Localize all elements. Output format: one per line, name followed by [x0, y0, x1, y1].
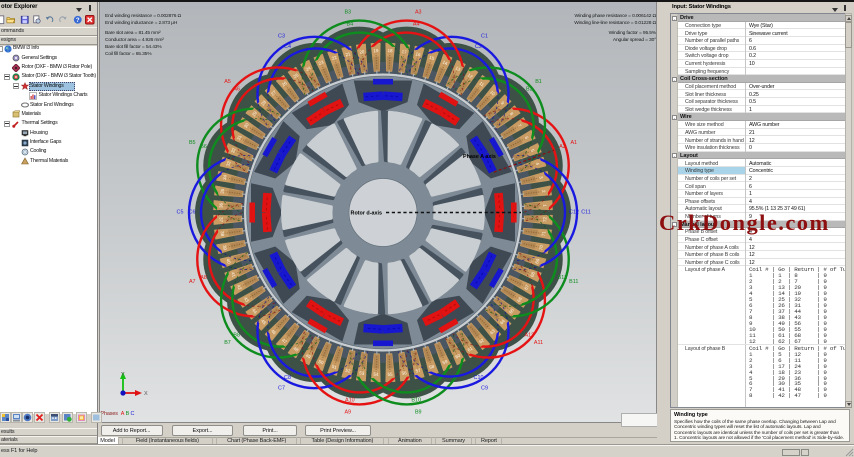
svg-text:36: 36	[219, 202, 224, 208]
svg-text:B4: B4	[347, 21, 354, 27]
svg-text:B6: B6	[200, 144, 207, 150]
svg-text:C9: C9	[481, 385, 488, 391]
svg-text:A12: A12	[525, 332, 535, 338]
svg-text:37: 37	[219, 217, 224, 223]
svg-text:55: 55	[387, 372, 393, 377]
svg-text:B7: B7	[224, 340, 231, 346]
svg-text:A10: A10	[345, 398, 355, 404]
svg-text:72: 72	[542, 216, 547, 222]
svg-text:C4: C4	[284, 44, 291, 50]
svg-text:C12: C12	[569, 210, 579, 216]
svg-text:Rotor d-axis: Rotor d-axis	[351, 210, 382, 216]
svg-text:18: 18	[387, 48, 393, 53]
svg-text:A5: A5	[224, 79, 231, 85]
svg-text:A2: A2	[559, 144, 566, 150]
svg-text:B12: B12	[558, 275, 568, 281]
svg-text:C8: C8	[284, 375, 291, 381]
svg-text:A11: A11	[534, 340, 543, 346]
svg-text:A3: A3	[415, 10, 422, 16]
svg-text:A1: A1	[570, 140, 577, 146]
svg-text:B10: B10	[411, 398, 421, 404]
svg-text:B2: B2	[526, 87, 533, 93]
svg-text:B5: B5	[189, 140, 196, 146]
svg-text:Phase A axis: Phase A axis	[463, 154, 496, 160]
svg-text:Y: Y	[121, 372, 125, 378]
svg-text:B1: B1	[535, 79, 542, 85]
svg-text:A9: A9	[344, 409, 351, 415]
svg-text:B3: B3	[344, 10, 351, 16]
svg-text:C2: C2	[475, 44, 482, 50]
svg-text:C10: C10	[474, 375, 484, 381]
svg-text:?: ?	[76, 18, 80, 24]
svg-text:C5: C5	[177, 210, 184, 216]
svg-text:B11: B11	[569, 279, 578, 285]
svg-text:19: 19	[373, 48, 379, 53]
svg-text:A4: A4	[413, 21, 420, 27]
svg-text:A8: A8	[200, 275, 207, 281]
svg-text:X: X	[144, 391, 148, 397]
svg-text:C3: C3	[278, 34, 285, 40]
svg-text:A6: A6	[233, 87, 240, 93]
svg-text:C11: C11	[581, 210, 591, 216]
svg-text:54: 54	[373, 372, 379, 377]
svg-text:B9: B9	[415, 409, 422, 415]
svg-text:C7: C7	[278, 385, 285, 391]
svg-text:C6: C6	[189, 210, 196, 216]
svg-text:B8: B8	[233, 332, 240, 338]
svg-text:A7: A7	[189, 279, 196, 285]
